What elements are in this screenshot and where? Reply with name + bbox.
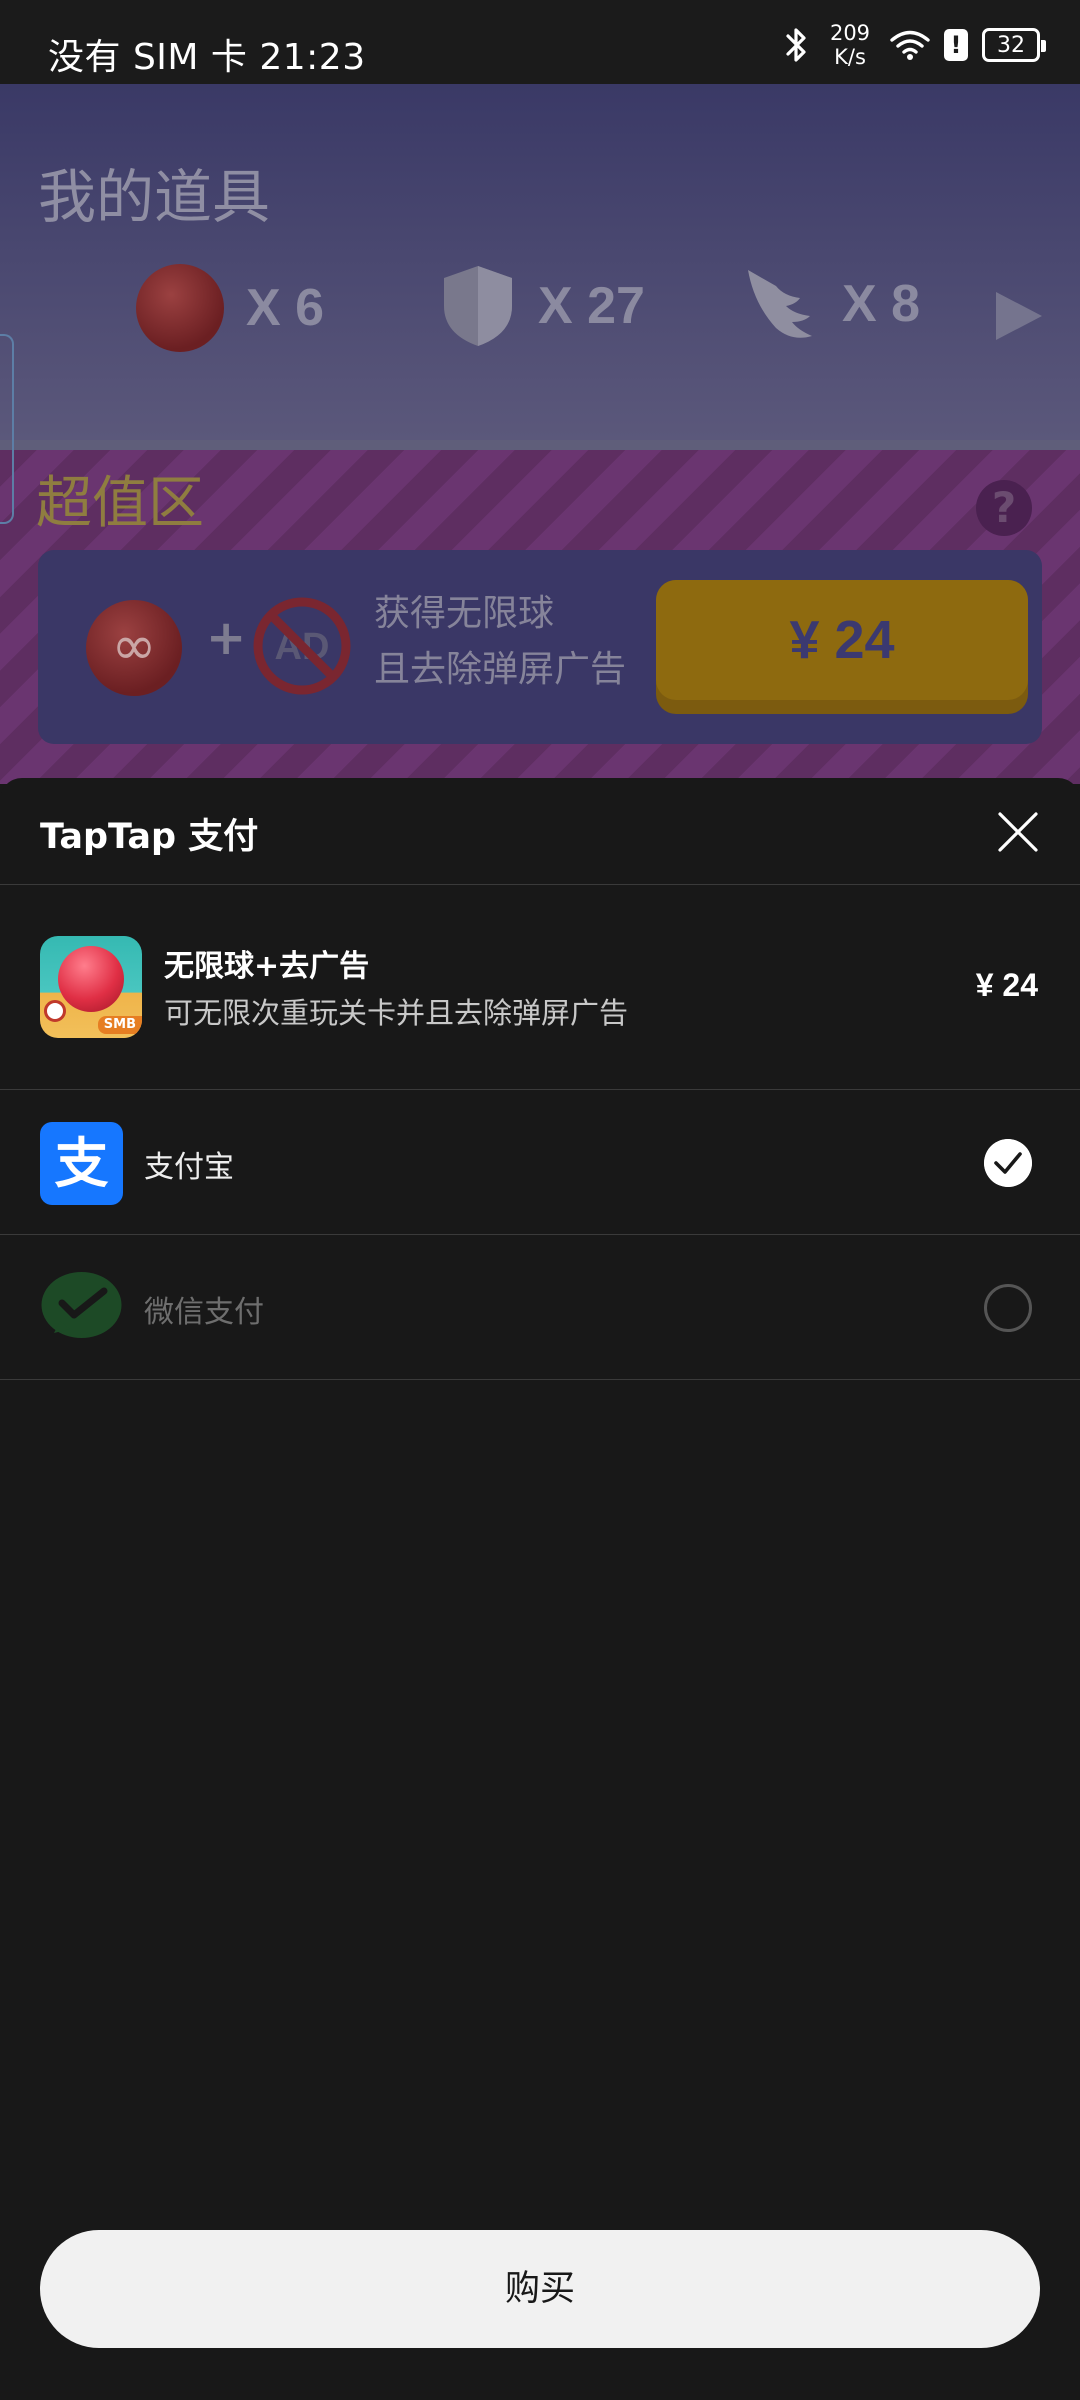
product-row: SMB 无限球+去广告 可无限次重玩关卡并且去除弹屏广告 ¥ 24 — [0, 885, 1080, 1090]
product-price: ¥ 24 — [975, 967, 1038, 1003]
payment-option-wechat[interactable]: 微信支付 — [0, 1235, 1080, 1380]
thumb-badge — [44, 1000, 66, 1022]
sheet-header: TapTap 支付 — [0, 778, 1080, 885]
shield-icon — [444, 266, 512, 346]
promo-section: 超值区 ? ∞ + AD 获得无限球 且去除弹屏广告 ¥ 24 — [0, 450, 1080, 784]
deal-price-button: ¥ 24 — [656, 580, 1028, 714]
radio-checked-icon[interactable] — [984, 1139, 1032, 1187]
payment-label-wechat: 微信支付 — [144, 1295, 264, 1330]
battery-icon: 32 — [982, 28, 1046, 62]
infinity-ball-icon: ∞ — [86, 600, 182, 696]
thumb-tag: SMB — [97, 1016, 142, 1034]
product-name: 无限球+去广告 — [164, 949, 370, 984]
product-thumbnail: SMB — [40, 936, 142, 1038]
buy-button[interactable]: 购买 — [40, 2230, 1040, 2348]
plus-sign: + — [206, 610, 247, 666]
status-icons: 209 K/s ! 32 — [784, 20, 1046, 70]
battery-level: 32 — [997, 32, 1025, 58]
inventory-items: X 6 X 27 X 8 — [0, 264, 1080, 364]
wing-icon — [748, 270, 812, 338]
side-tab — [0, 334, 14, 524]
ball-count: X 6 — [246, 279, 325, 337]
payment-option-alipay[interactable]: 支 支付宝 — [0, 1090, 1080, 1235]
net-speed-value: 209 — [829, 21, 871, 45]
carrier-time: 没有 SIM 卡 21:23 — [48, 37, 366, 78]
alert-icon: ! — [944, 29, 968, 61]
deal-price-label: ¥ 24 — [656, 580, 1028, 700]
inventory-panel: 我的道具 X 6 X 27 X 8 — [0, 84, 1080, 440]
next-arrow-icon — [996, 292, 1042, 340]
promo-title: 超值区 — [36, 471, 204, 536]
bluetooth-icon — [786, 28, 806, 62]
wifi-icon — [890, 30, 930, 60]
game-background: 我的道具 X 6 X 27 X 8 超值区 ? ∞ + 获得无限球 且去除弹屏广… — [0, 84, 1080, 784]
divider — [0, 440, 1080, 450]
inventory-item-wing: X 8 — [740, 264, 920, 344]
ball-icon — [136, 264, 224, 352]
net-speed: 209 K/s — [824, 21, 876, 69]
deal-card: ∞ + AD 获得无限球 且去除弹屏广告 ¥ 24 — [38, 550, 1042, 744]
deal-line-1: 获得无限球 — [374, 593, 555, 634]
inventory-title: 我的道具 — [38, 163, 271, 231]
product-description: 可无限次重玩关卡并且去除弹屏广告 — [164, 996, 629, 1030]
wing-count: X 8 — [842, 275, 921, 333]
payment-sheet: TapTap 支付 SMB 无限球+去广告 可无限次重玩关卡并且去除弹屏广告 ¥… — [0, 778, 1080, 2400]
alipay-icon: 支 — [40, 1122, 123, 1205]
wechat-pay-icon — [41, 1272, 122, 1338]
deal-description: 获得无限球 且去除弹屏广告 — [374, 586, 626, 698]
deal-line-2: 且去除弹屏广告 — [374, 649, 627, 690]
shield-count: X 27 — [538, 277, 645, 335]
sheet-title: TapTap 支付 — [40, 817, 259, 857]
thumb-ball — [58, 946, 124, 1012]
radio-unchecked-icon[interactable] — [984, 1284, 1032, 1332]
close-icon[interactable] — [996, 810, 1040, 854]
net-speed-unit: K/s — [834, 45, 866, 69]
no-ad-icon: AD — [253, 597, 351, 695]
status-bar: 没有 SIM 卡 21:23 209 K/s ! 32 — [0, 0, 1080, 84]
help-icon: ? — [976, 480, 1032, 536]
payment-label-alipay: 支付宝 — [144, 1150, 234, 1185]
inventory-item-ball: X 6 — [136, 264, 324, 352]
inventory-item-shield: X 27 — [440, 264, 645, 348]
